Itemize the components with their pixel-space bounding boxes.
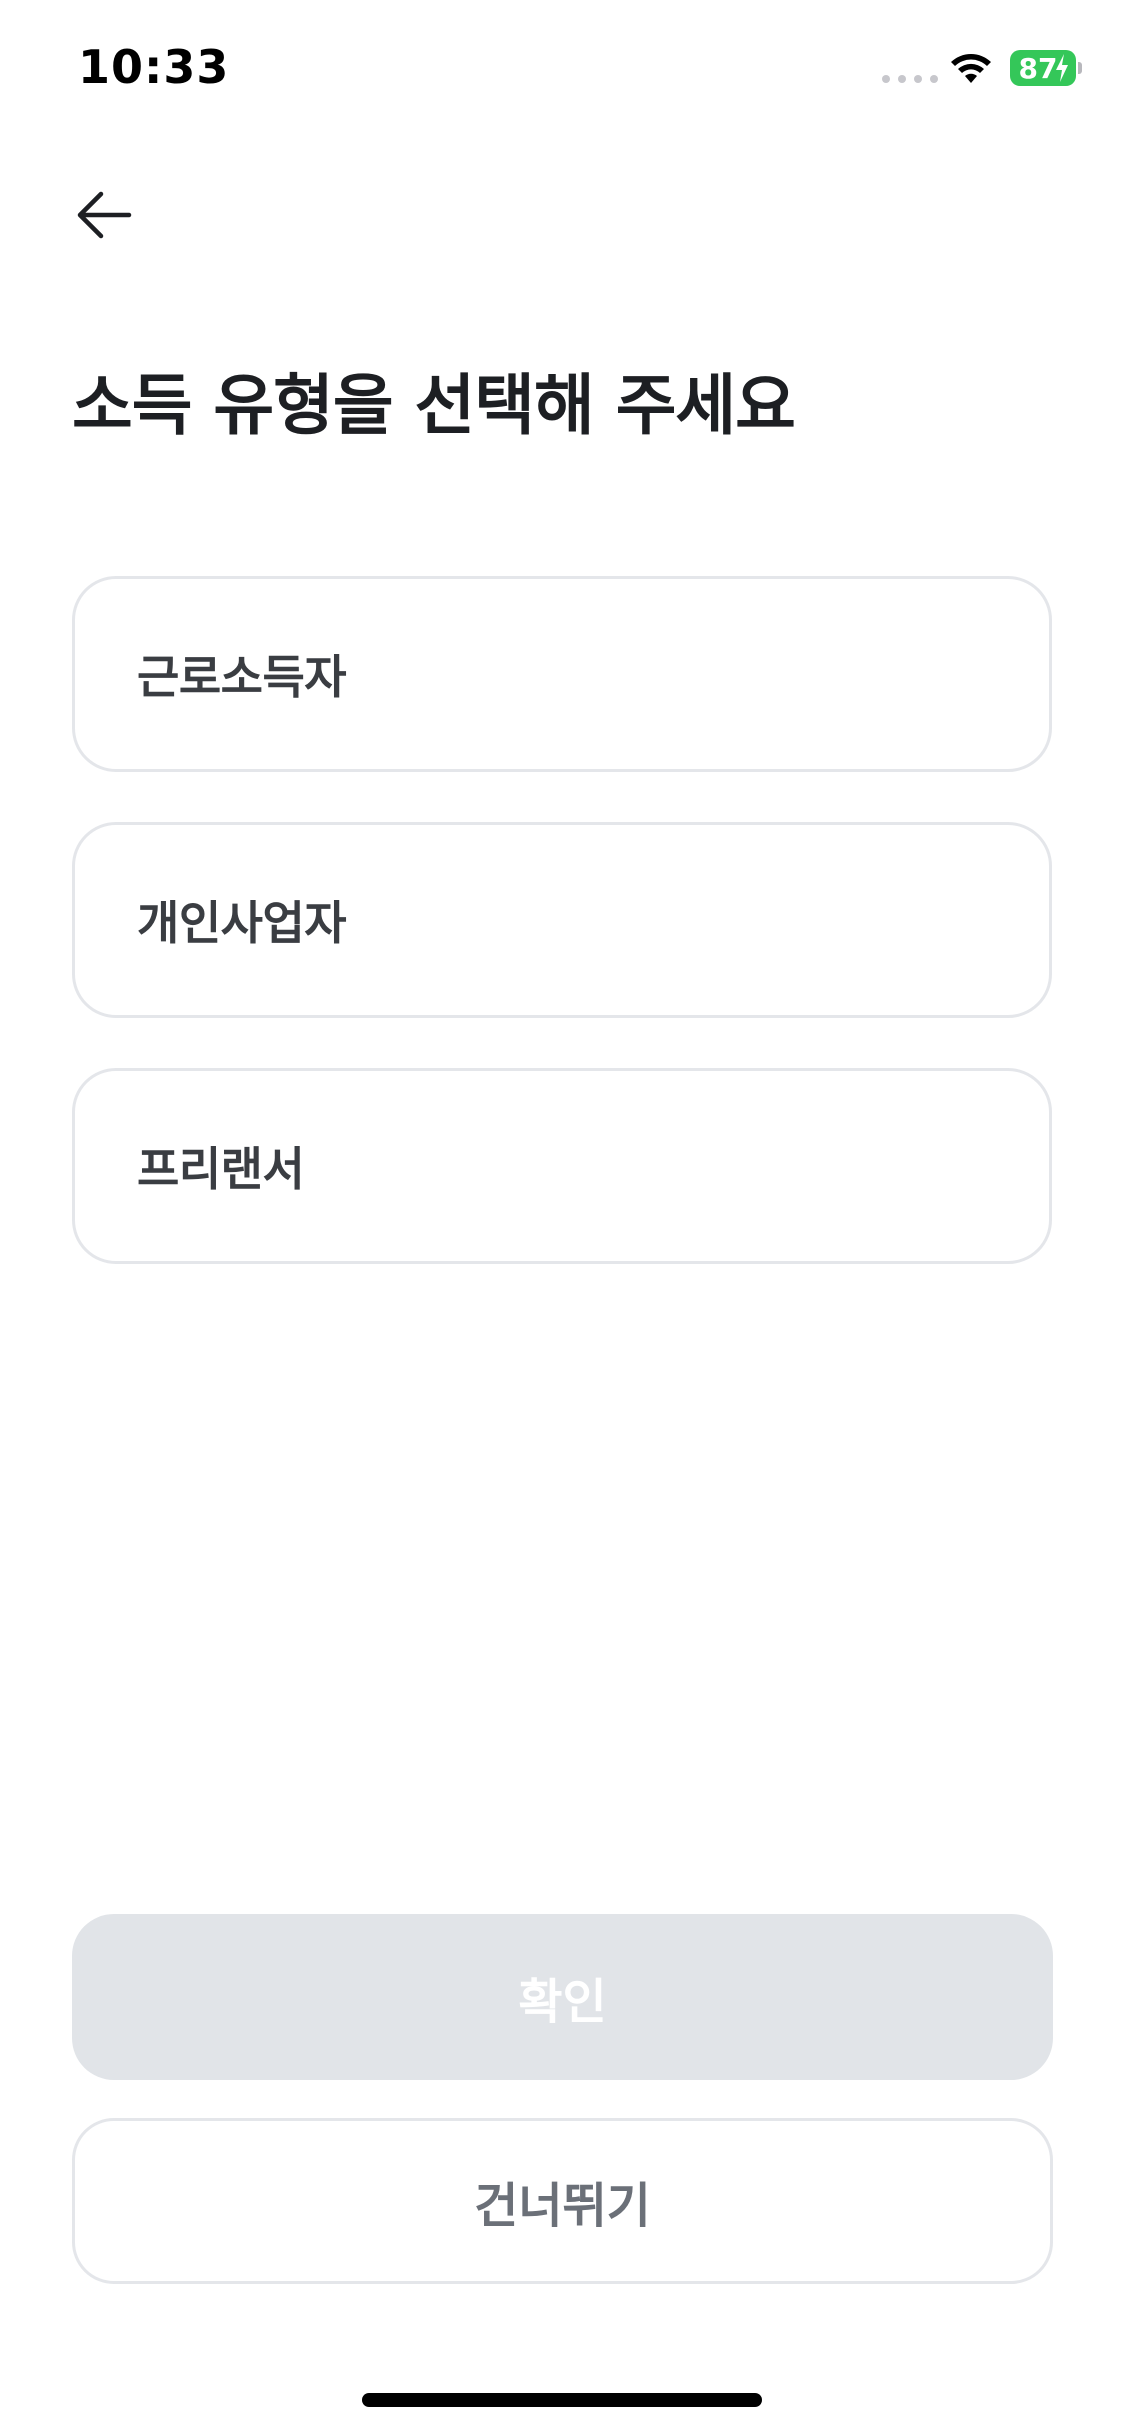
charging-bolt-icon <box>1056 54 1068 82</box>
income-type-options: 근로소득자 개인사업자 프리랜서 <box>72 576 1052 1314</box>
option-individual-business[interactable]: 개인사업자 <box>72 822 1052 1018</box>
battery-cap <box>1078 62 1082 74</box>
status-time: 10:33 <box>78 40 230 94</box>
battery-icon: 87 <box>1010 50 1076 86</box>
option-label: 프리랜서 <box>137 1142 305 1196</box>
option-salaried-worker[interactable]: 근로소득자 <box>72 576 1052 772</box>
status-bar: 10:33 87 <box>0 0 1125 140</box>
arrow-left-icon <box>77 191 132 239</box>
skip-button[interactable]: 건너뛰기 <box>72 2118 1053 2284</box>
confirm-button[interactable]: 확인 <box>72 1914 1053 2080</box>
option-freelancer[interactable]: 프리랜서 <box>72 1068 1052 1264</box>
wifi-icon <box>951 54 991 83</box>
option-label: 개인사업자 <box>137 896 347 950</box>
option-label: 근로소득자 <box>137 650 347 704</box>
home-indicator[interactable] <box>362 2393 762 2407</box>
signal-icon <box>882 75 938 83</box>
battery-level: 87 <box>1018 51 1058 85</box>
back-button[interactable] <box>70 180 140 250</box>
page-title: 소득 유형을 선택해 주세요 <box>72 367 796 444</box>
